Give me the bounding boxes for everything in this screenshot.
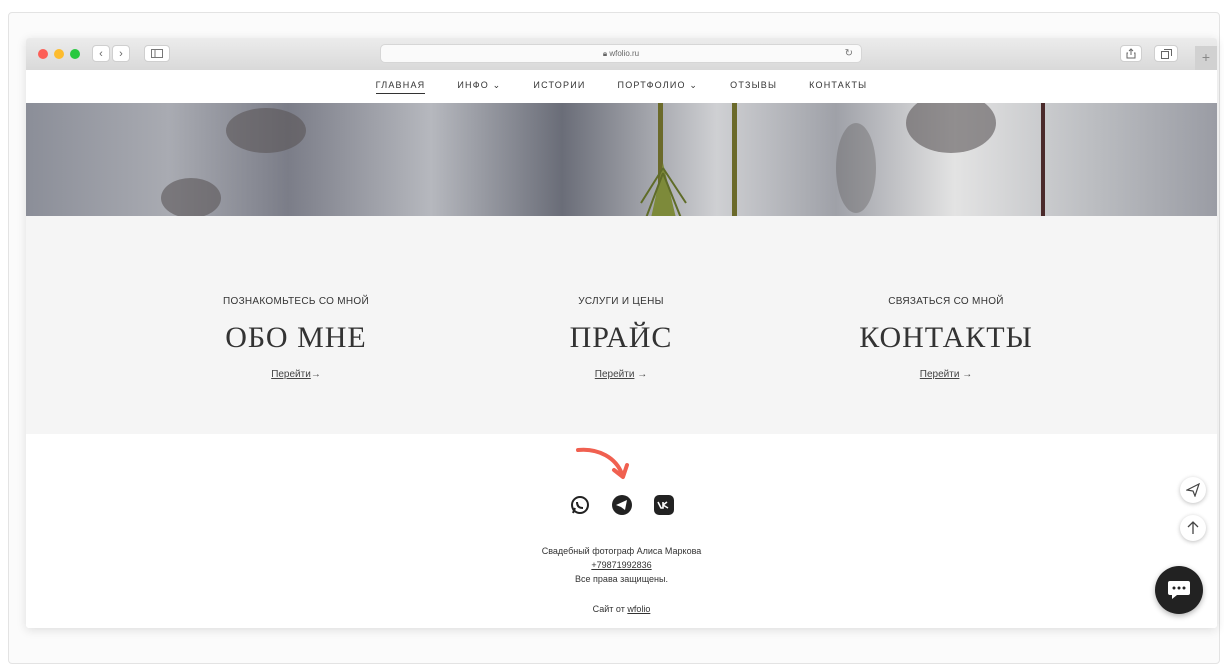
card-subtitle: СВЯЗАТЬСЯ СО МНОЙ <box>888 296 1004 307</box>
card-subtitle: УСЛУГИ И ЦЕНЫ <box>578 296 664 307</box>
footer-site-prefix: Сайт от <box>592 604 628 614</box>
reload-icon[interactable]: ↻ <box>845 45 853 63</box>
card-title: КОНТАКТЫ <box>859 321 1033 354</box>
whatsapp-icon[interactable] <box>569 494 591 516</box>
address-bar[interactable]: 🔒︎ wfolio.ru ↻ <box>380 44 862 63</box>
paper-plane-icon <box>1186 483 1200 497</box>
nav-item-reviews[interactable]: ОТЗЫВЫ <box>730 80 777 94</box>
card-link[interactable]: Перейти→ <box>146 369 446 380</box>
card-title: ПРАЙС <box>569 321 673 354</box>
nav-item-portfolio[interactable]: ПОРТФОЛИО ⌄ <box>618 80 699 94</box>
new-tab-button[interactable]: + <box>1195 46 1217 70</box>
arrow-right-icon: → <box>634 369 648 380</box>
sidebar-toggle-button[interactable] <box>144 45 170 62</box>
footer-phone-link[interactable]: +79871992836 <box>591 560 651 570</box>
footer-owner: Свадебный фотограф Алиса Маркова <box>541 546 702 556</box>
send-message-button[interactable] <box>1180 477 1206 503</box>
sidebar-icon <box>151 49 163 58</box>
tabs-overview-button[interactable] <box>1154 45 1178 62</box>
card-link-label[interactable]: Перейти <box>920 369 960 380</box>
forward-button[interactable]: › <box>112 45 130 62</box>
card-price: УСЛУГИ И ЦЕНЫ ПРАЙС Перейти → <box>471 216 771 380</box>
footer-site-credit: Сайт от wfolio <box>26 604 1217 614</box>
arrow-right-icon: → <box>310 369 321 380</box>
chat-bubble-icon <box>1168 581 1190 599</box>
arrow-right-icon: → <box>959 369 973 380</box>
footer-site-link[interactable]: wfolio <box>627 604 650 614</box>
arrow-up-icon <box>1187 521 1199 534</box>
footer-info: Свадебный фотограф Алиса Маркова +798719… <box>26 544 1217 586</box>
lock-icon: 🔒︎ <box>602 49 608 58</box>
hero-photo <box>26 103 1217 216</box>
nav-item-contacts[interactable]: КОНТАКТЫ <box>809 80 867 94</box>
flower-bud-image <box>640 163 687 216</box>
chat-widget-button[interactable] <box>1155 566 1203 614</box>
tabs-icon <box>1160 49 1172 59</box>
share-button[interactable] <box>1120 45 1142 62</box>
back-button[interactable]: ‹ <box>92 45 110 62</box>
telegram-icon[interactable] <box>611 494 633 516</box>
close-window-button[interactable] <box>38 49 48 59</box>
share-icon <box>1126 48 1136 59</box>
browser-titlebar: ‹ › 🔒︎ wfolio.ru ↻ + <box>26 38 1217 71</box>
scroll-to-top-button[interactable] <box>1180 515 1206 541</box>
card-link-label[interactable]: Перейти <box>595 369 635 380</box>
site-navigation: ГЛАВНАЯ ИНФО ⌄ ИСТОРИИ ПОРТФОЛИО ⌄ ОТЗЫВ… <box>26 70 1217 103</box>
site-footer: Свадебный фотограф Алиса Маркова +798719… <box>26 434 1217 628</box>
feature-cards: ПОЗНАКОМЬТЕСЬ СО МНОЙ ОБО МНЕ Перейти→ У… <box>26 216 1217 434</box>
card-title: ОБО МНЕ <box>225 321 367 354</box>
social-links <box>26 494 1217 516</box>
card-contacts: СВЯЗАТЬСЯ СО МНОЙ КОНТАКТЫ Перейти → <box>796 216 1096 380</box>
minimize-window-button[interactable] <box>54 49 64 59</box>
annotation-arrow-icon <box>576 447 629 479</box>
card-about: ПОЗНАКОМЬТЕСЬ СО МНОЙ ОБО МНЕ Перейти→ <box>146 216 446 380</box>
card-link[interactable]: Перейти → <box>796 369 1096 380</box>
nav-item-info[interactable]: ИНФО ⌄ <box>457 80 501 94</box>
footer-rights: Все права защищены. <box>575 574 668 584</box>
card-subtitle: ПОЗНАКОМЬТЕСЬ СО МНОЙ <box>223 296 369 307</box>
card-link[interactable]: Перейти → <box>471 369 771 380</box>
nav-item-home[interactable]: ГЛАВНАЯ <box>375 80 426 94</box>
vk-icon[interactable] <box>653 494 675 516</box>
browser-window: ‹ › 🔒︎ wfolio.ru ↻ + ГЛАВНАЯ ИНФО ⌄ ИСТО… <box>26 38 1217 628</box>
address-bar-url: wfolio.ru <box>609 49 640 58</box>
maximize-window-button[interactable] <box>70 49 80 59</box>
nav-item-stories[interactable]: ИСТОРИИ <box>533 80 585 94</box>
card-link-label[interactable]: Перейти <box>271 369 311 380</box>
